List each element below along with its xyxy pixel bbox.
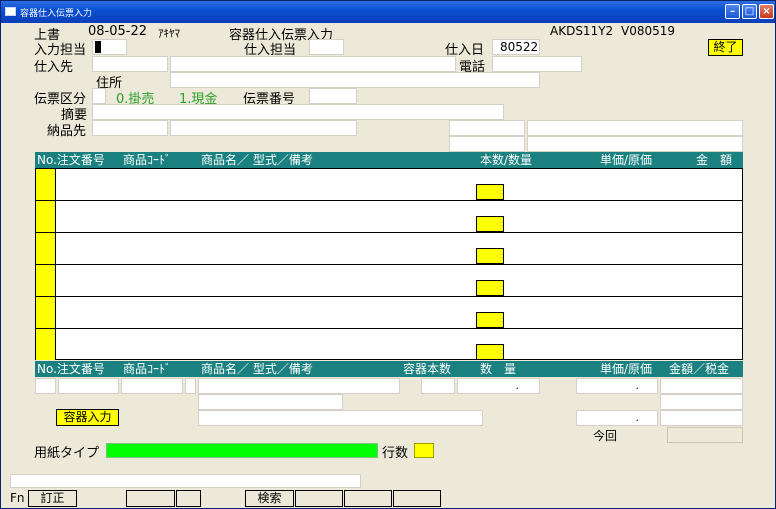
- window-title: 容器仕入伝票入力: [20, 9, 93, 19]
- grid-header-product-name: 商品名／ 型式／備考: [201, 153, 313, 167]
- detail-header-quantity: 数 量: [480, 362, 517, 376]
- grid-row[interactable]: [36, 233, 742, 265]
- f8-button[interactable]: [393, 490, 441, 507]
- text-cursor: [95, 41, 101, 53]
- detail-header: No.注文番号 商品ｺｰﾄﾞ 商品名／ 型式／備考 容器本数 数 量 単価/原価…: [35, 361, 743, 377]
- close-button[interactable]: ×: [759, 4, 774, 19]
- row-selector[interactable]: [36, 169, 56, 200]
- qty-cell[interactable]: [476, 216, 504, 232]
- detail-header-container-count: 容器本数: [403, 362, 452, 376]
- qty-cell[interactable]: [476, 312, 504, 328]
- grid-body: [35, 168, 743, 360]
- grid-header-qty: 本数/数量: [480, 153, 533, 167]
- this-time-field: [667, 427, 743, 443]
- detail-header-no-order: No.注文番号: [37, 362, 105, 376]
- detail-header-price: 単価/原価: [600, 362, 653, 376]
- row-selector[interactable]: [36, 329, 56, 360]
- grid-header-no-order: No.注文番号: [37, 153, 105, 167]
- container-input-button[interactable]: 容器入力: [56, 409, 119, 426]
- detail-amount-field[interactable]: [660, 378, 743, 394]
- f5-search-button[interactable]: 検索: [245, 490, 294, 507]
- lines-label: 行数: [382, 446, 409, 461]
- grid-row[interactable]: [36, 329, 742, 361]
- detail-note-field[interactable]: [198, 410, 483, 426]
- detail-tax-field[interactable]: [660, 394, 743, 410]
- header-date: 08-05-22: [88, 24, 148, 39]
- grid-header-product-code: 商品ｺｰﾄﾞ: [123, 153, 172, 167]
- row-selector[interactable]: [36, 265, 56, 296]
- f7-button[interactable]: [344, 490, 392, 507]
- grid-header: No.注文番号 商品ｺｰﾄﾞ 商品名／ 型式／備考 本数/数量 単価/原価 金 …: [35, 152, 743, 168]
- slip-type-field[interactable]: [92, 88, 106, 104]
- grid-row[interactable]: [36, 201, 742, 233]
- detail-container-count-field[interactable]: [421, 378, 455, 394]
- app-window: 容器仕入伝票入力 – □ × 上書 08-05-22 ｱｷﾔﾏ 容器仕入伝票入力…: [0, 0, 776, 509]
- title-bar: 容器仕入伝票入力 – □ ×: [1, 1, 775, 23]
- paper-type-bar[interactable]: [106, 443, 378, 458]
- detail-header-product-name: 商品名／ 型式／備考: [201, 362, 313, 376]
- delivery-name-field[interactable]: [170, 120, 357, 136]
- version-label: V080519: [621, 24, 676, 38]
- grid-row[interactable]: [36, 169, 742, 201]
- detail-cost-field[interactable]: .: [576, 410, 658, 426]
- detail-price-field[interactable]: .: [576, 378, 658, 394]
- detail-quantity-field[interactable]: .: [457, 378, 540, 394]
- detail-code-suffix-field[interactable]: [185, 378, 196, 394]
- extra-field-3[interactable]: [449, 136, 525, 152]
- extra-field-4[interactable]: [527, 136, 743, 152]
- input-staff-field[interactable]: [92, 39, 127, 55]
- slip-number-field[interactable]: [309, 88, 357, 104]
- purchase-date-field[interactable]: 80522: [492, 39, 540, 55]
- f3-button[interactable]: [126, 490, 175, 507]
- phone-field[interactable]: [492, 56, 582, 72]
- supplier-label: 仕入先: [34, 60, 74, 75]
- lines-field[interactable]: [414, 443, 434, 458]
- detail-product-code-field[interactable]: [121, 378, 183, 394]
- grid-row[interactable]: [36, 297, 742, 329]
- detail-total-field[interactable]: [660, 410, 743, 426]
- row-selector[interactable]: [36, 297, 56, 328]
- fn-label: Fn: [10, 491, 25, 505]
- extra-field-2[interactable]: [527, 120, 743, 136]
- delivery-code-field[interactable]: [92, 120, 168, 136]
- supplier-name-field[interactable]: [170, 56, 456, 72]
- detail-order-number-field[interactable]: [58, 378, 119, 394]
- program-id: AKDS11Y2: [550, 24, 614, 38]
- extra-field-1[interactable]: [449, 120, 525, 136]
- supplier-code-field[interactable]: [92, 56, 168, 72]
- qty-cell[interactable]: [476, 248, 504, 264]
- this-time-label: 今回: [593, 429, 618, 443]
- header-user: ｱｷﾔﾏ: [158, 27, 180, 40]
- address-field[interactable]: [170, 72, 540, 88]
- delivery-label: 納品先: [47, 124, 87, 139]
- row-selector[interactable]: [36, 233, 56, 264]
- grid-header-price: 単価/原価: [600, 153, 653, 167]
- qty-cell[interactable]: [476, 184, 504, 200]
- qty-cell[interactable]: [476, 280, 504, 296]
- summary-field[interactable]: [92, 104, 504, 120]
- detail-no-field[interactable]: [35, 378, 56, 394]
- detail-header-product-code: 商品ｺｰﾄﾞ: [123, 362, 172, 376]
- minimize-button[interactable]: –: [725, 4, 740, 19]
- maximize-button[interactable]: □: [742, 4, 757, 19]
- f4-button[interactable]: [176, 490, 201, 507]
- f6-button[interactable]: [295, 490, 343, 507]
- detail-product-name-field[interactable]: [198, 378, 400, 394]
- grid-row[interactable]: [36, 265, 742, 297]
- app-icon: [5, 7, 16, 16]
- purchase-staff-field[interactable]: [309, 39, 344, 55]
- qty-cell[interactable]: [476, 344, 504, 360]
- paper-type-label: 用紙タイプ: [34, 446, 100, 461]
- status-message-field: [10, 474, 361, 488]
- grid-header-amount: 金 額: [696, 153, 733, 167]
- detail-header-amount-tax: 金額／税金: [669, 362, 730, 376]
- exit-button[interactable]: 終了: [708, 39, 743, 56]
- detail-model-field[interactable]: [198, 394, 343, 410]
- row-selector[interactable]: [36, 201, 56, 232]
- f1-correct-button[interactable]: 訂正: [28, 490, 77, 507]
